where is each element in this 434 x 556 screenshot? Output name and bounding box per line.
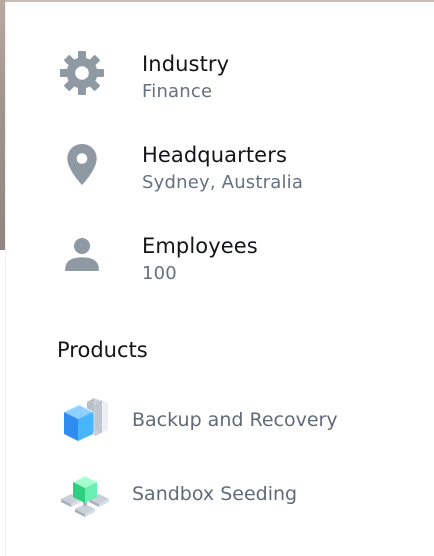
product-item-backup-recovery[interactable]: Backup and Recovery [6,392,434,450]
employees-value: 100 [142,263,177,284]
backup-recovery-label: Backup and Recovery [132,409,338,431]
backup-recovery-icon [63,398,108,441]
person-icon [65,238,99,271]
products-heading: Products [57,338,148,362]
employees-title: Employees [142,234,258,258]
industry-value: Finance [142,81,213,102]
industry-title: Industry [142,52,230,76]
industry-text: Industry Finance [142,50,422,105]
sandbox-seeding-label: Sandbox Seeding [132,483,298,505]
sandbox-seeding-icon [61,475,109,517]
employees-row: Employees 100 [6,232,434,302]
company-details-panel: Industry Finance Headquarters Sydney, Au… [5,2,434,556]
headquarters-title: Headquarters [142,143,287,167]
headquarters-row: Headquarters Sydney, Australia [6,141,434,211]
product-item-sandbox-seeding[interactable]: Sandbox Seeding [6,466,434,524]
employees-text: Employees 100 [142,232,422,287]
industry-row: Industry Finance [6,50,434,120]
gear-icon [60,51,104,95]
location-pin-icon [67,144,97,185]
headquarters-text: Headquarters Sydney, Australia [142,141,422,196]
headquarters-value: Sydney, Australia [142,172,304,193]
